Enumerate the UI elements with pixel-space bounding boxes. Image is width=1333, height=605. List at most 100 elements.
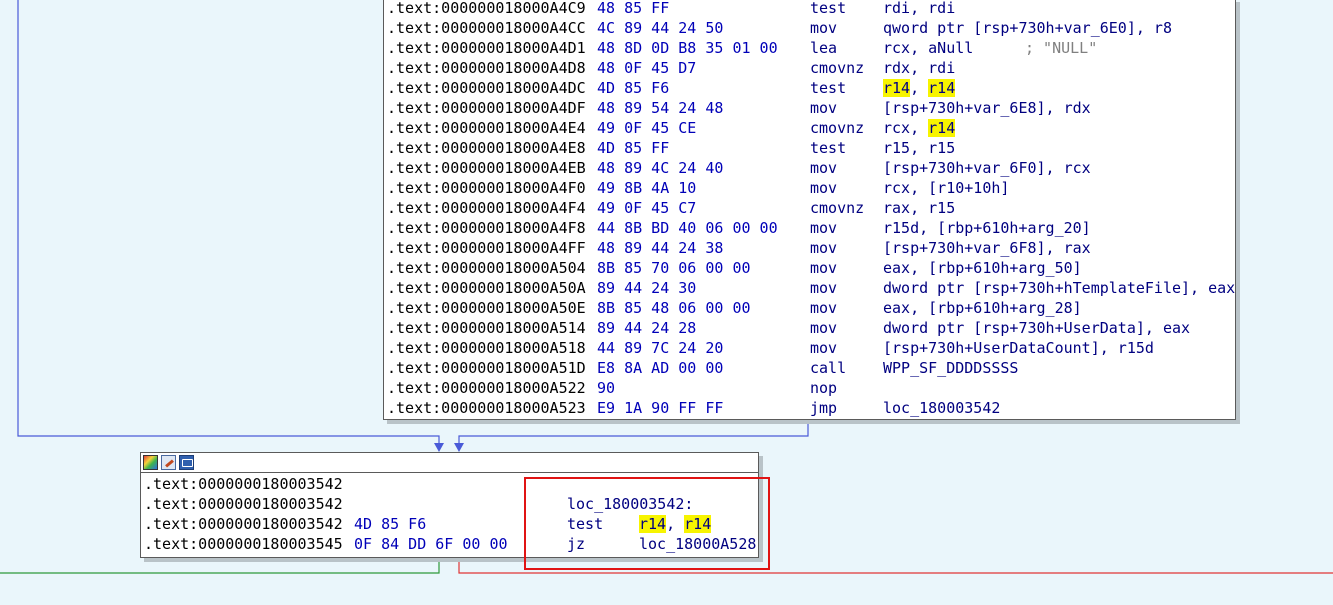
address: .text:000000018000A4E4 xyxy=(387,119,586,137)
opcode-bytes: 49 8B 4A 10 xyxy=(597,179,697,197)
opcode-bytes: E8 8A AD 00 00 xyxy=(597,359,724,377)
palette-icon[interactable] xyxy=(143,455,158,470)
mnemonic: cmovnz xyxy=(810,199,865,217)
code-block-top[interactable]: .text:000000018000A4C9 48 85 FF test rdi, r… xyxy=(383,0,1236,420)
operand-text: rcx, xyxy=(883,119,929,137)
operand-text: dword ptr [rsp+730h+UserData], eax xyxy=(883,319,1191,337)
opcode-bytes: 8B 85 48 06 00 00 xyxy=(597,299,751,317)
operands: r14, r14 xyxy=(883,78,956,98)
operand-text: eax, [rbp+610h+arg_50] xyxy=(883,259,1082,277)
edge-top-arrowhead xyxy=(454,443,464,452)
opcode-bytes: 89 44 24 28 xyxy=(597,319,697,337)
operand-text: rcx, aNull xyxy=(883,39,974,57)
mnemonic: mov xyxy=(810,19,838,37)
opcode-bytes: 48 85 FF xyxy=(597,0,670,17)
address: .text:000000018000A4C9 xyxy=(387,0,586,17)
node-header xyxy=(141,453,758,473)
address: .text:000000018000A4E8 xyxy=(387,139,586,157)
mnemonic: mov xyxy=(810,299,838,317)
opcode-bytes: 4D 85 F6 xyxy=(597,79,670,97)
opcode-bytes: 48 89 4C 24 40 xyxy=(597,159,724,177)
operands: [rsp+730h+UserDataCount], r15d xyxy=(883,338,1154,358)
address: .text:0000000180003542 xyxy=(144,475,343,493)
operand-text: rcx, [r10+10h] xyxy=(883,179,1010,197)
mnemonic: nop xyxy=(810,379,838,397)
address: .text:000000018000A4F4 xyxy=(387,199,586,217)
operands: WPP_SF_DDDDSSSS xyxy=(883,358,1018,378)
address: .text:000000018000A518 xyxy=(387,339,586,357)
opcode-bytes: 48 0F 45 D7 xyxy=(597,59,697,77)
operand-text: [rsp+730h+var_6F8], rax xyxy=(883,239,1091,257)
operand-text: r15, r15 xyxy=(883,139,956,157)
address: .text:0000000180003545 xyxy=(144,535,343,553)
operand-text: r15d, [rbp+610h+arg_20] xyxy=(883,219,1091,237)
operand-separator: , xyxy=(910,79,929,97)
operands: eax, [rbp+610h+arg_50] xyxy=(883,258,1082,278)
opcode-bytes: 89 44 24 30 xyxy=(597,279,697,297)
highlighted-register[interactable]: r14 xyxy=(928,119,956,137)
opcode-bytes: 44 89 7C 24 20 xyxy=(597,339,724,357)
comment: ; "NULL" xyxy=(1025,39,1098,57)
graph-overview-icon[interactable] xyxy=(179,455,194,470)
edge-false-branch xyxy=(0,557,440,574)
operand-text: rdx, rdi xyxy=(883,59,956,77)
opcode-bytes: 8B 85 70 06 00 00 xyxy=(597,259,751,277)
opcode-bytes: 44 8B BD 40 06 00 00 xyxy=(597,219,778,237)
mnemonic: mov xyxy=(810,239,838,257)
graph-view-canvas[interactable]: .text:000000018000A4C9 48 85 FF test rdi, r… xyxy=(0,0,1333,605)
opcode-bytes: 48 89 44 24 38 xyxy=(597,239,724,257)
opcode-bytes: 49 0F 45 C7 xyxy=(597,199,697,217)
opcode-bytes: 49 0F 45 CE xyxy=(597,119,697,137)
mnemonic: test xyxy=(810,139,847,157)
operands: [rsp+730h+var_6E8], rdx xyxy=(883,98,1091,118)
opcode-bytes: 4C 89 44 24 50 xyxy=(597,19,724,37)
red-highlight-annotation xyxy=(524,477,770,570)
address: .text:0000000180003542 xyxy=(144,515,343,533)
operands: loc_180003542 xyxy=(883,398,1000,418)
operand-text: eax, [rbp+610h+arg_28] xyxy=(883,299,1082,317)
highlighted-register[interactable]: r14 xyxy=(883,79,911,97)
opcode-bytes: 4D 85 F6 xyxy=(354,515,427,533)
operands: r15, r15 xyxy=(883,138,955,158)
edge-left-arrowhead xyxy=(434,443,444,452)
address: .text:000000018000A50A xyxy=(387,279,586,297)
mnemonic: mov xyxy=(810,219,838,237)
operand-text: WPP_SF_DDDDSSSS xyxy=(883,359,1019,377)
mnemonic: mov xyxy=(810,279,838,297)
mnemonic: mov xyxy=(810,179,838,197)
edge-left-incoming xyxy=(17,0,440,446)
mnemonic: cmovnz xyxy=(810,59,865,77)
operand-text: dword ptr [rsp+730h+hTemplateFile], eax xyxy=(883,279,1236,297)
operands: rcx, [r10+10h] xyxy=(883,178,1009,198)
mnemonic: test xyxy=(810,79,847,97)
address: .text:000000018000A4EB xyxy=(387,159,586,177)
mnemonic: mov xyxy=(810,159,838,177)
address: .text:000000018000A4D1 xyxy=(387,39,586,57)
opcode-bytes: E9 1A 90 FF FF xyxy=(597,399,724,417)
operand-text: rax, r15 xyxy=(883,199,956,217)
address: .text:000000018000A514 xyxy=(387,319,586,337)
operands: [rsp+730h+var_6F0], rcx xyxy=(883,158,1091,178)
operands: qword ptr [rsp+730h+var_6E0], r8 xyxy=(883,18,1172,38)
operands: [rsp+730h+var_6F8], rax xyxy=(883,238,1091,258)
opcode-bytes: 90 xyxy=(597,379,616,397)
address: .text:000000018000A522 xyxy=(387,379,586,397)
address: .text:000000018000A4DF xyxy=(387,99,586,117)
mnemonic: mov xyxy=(810,319,838,337)
address: .text:000000018000A50E xyxy=(387,299,586,317)
operands: rdx, rdi xyxy=(883,58,955,78)
operand-text: [rsp+730h+UserDataCount], r15d xyxy=(883,339,1154,357)
address: .text:000000018000A523 xyxy=(387,399,586,417)
mnemonic: call xyxy=(810,359,847,377)
operand-text: loc_180003542 xyxy=(883,399,1001,417)
highlighted-register[interactable]: r14 xyxy=(928,79,956,97)
edit-node-icon[interactable] xyxy=(161,455,176,470)
operands: rcx, aNull xyxy=(883,38,973,58)
operands: dword ptr [rsp+730h+UserData], eax xyxy=(883,318,1190,338)
operands: rdi, rdi xyxy=(883,0,955,18)
address: .text:0000000180003542 xyxy=(144,495,343,513)
mnemonic: mov xyxy=(810,339,838,357)
opcode-bytes: 48 8D 0D B8 35 01 00 xyxy=(597,39,778,57)
address: .text:000000018000A4F8 xyxy=(387,219,586,237)
mnemonic: test xyxy=(810,0,847,17)
